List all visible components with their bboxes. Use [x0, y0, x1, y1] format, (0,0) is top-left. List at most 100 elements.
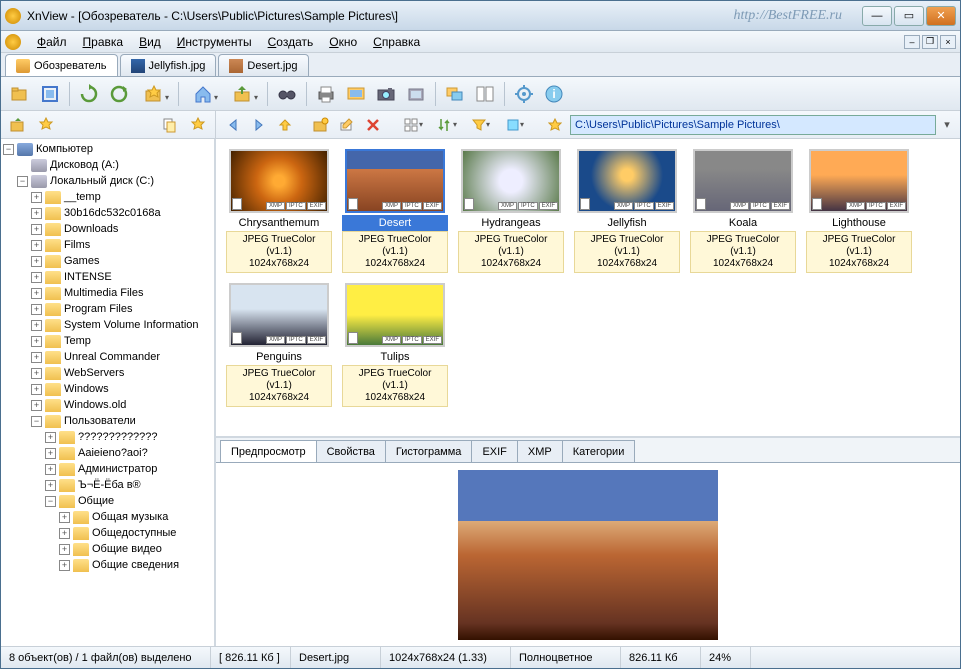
tag-icon[interactable]: ▾: [500, 114, 530, 136]
tree-toggle-icon[interactable]: +: [59, 544, 70, 555]
up-icon[interactable]: [274, 114, 296, 136]
tree-toggle-icon[interactable]: +: [59, 512, 70, 523]
refresh-icon[interactable]: [76, 81, 102, 107]
mdi-minimize-button[interactable]: –: [904, 35, 920, 49]
tree-folder-pub-2[interactable]: +Общие видео: [3, 541, 212, 557]
filter-icon[interactable]: ▾: [466, 114, 496, 136]
sort-icon[interactable]: ▾: [432, 114, 462, 136]
maximize-button[interactable]: ▭: [894, 6, 924, 26]
menu-правка[interactable]: Правка: [75, 33, 132, 51]
tree-toggle-icon[interactable]: −: [31, 416, 42, 427]
tree-toggle-icon[interactable]: +: [59, 528, 70, 539]
tree-folder-multimedia-files[interactable]: +Multimedia Files: [3, 285, 212, 301]
view-mode-icon[interactable]: ▾: [398, 114, 428, 136]
compare-icon[interactable]: [472, 81, 498, 107]
menu-вид[interactable]: Вид: [131, 33, 169, 51]
tree-folder-films[interactable]: +Films: [3, 237, 212, 253]
tree-toggle-icon[interactable]: −: [45, 496, 56, 507]
tree-folder-intense[interactable]: +INTENSE: [3, 269, 212, 285]
tree-folder-1[interactable]: +Aaieieno?aoi?: [3, 445, 212, 461]
print-icon[interactable]: [313, 81, 339, 107]
tree-toggle-icon[interactable]: +: [31, 240, 42, 251]
tree-folder-0[interactable]: +?????????????: [3, 429, 212, 445]
tree-folder-4[interactable]: −Общие: [3, 493, 212, 509]
open-icon[interactable]: [7, 81, 33, 107]
tree-folder--[interactable]: −Пользователи: [3, 413, 212, 429]
tree-toggle-icon[interactable]: +: [31, 288, 42, 299]
tab-desert-jpg[interactable]: Desert.jpg: [218, 54, 308, 76]
preview-tab-гистограмма[interactable]: Гистограмма: [385, 440, 473, 462]
tree-folder-windows-old[interactable]: +Windows.old: [3, 397, 212, 413]
tree-drive-a[interactable]: Дисковод (A:): [3, 157, 212, 173]
tree-toggle-icon[interactable]: −: [3, 144, 14, 155]
tree-folder-temp[interactable]: +Temp: [3, 333, 212, 349]
tree-folder-__temp[interactable]: +__temp: [3, 189, 212, 205]
address-dropdown-icon[interactable]: ▾: [940, 118, 954, 131]
tree-folder-3[interactable]: +Ъ¬Ё-Ёба в®: [3, 477, 212, 493]
up-folder-icon[interactable]: ▾: [225, 81, 261, 107]
tree-favorite-icon[interactable]: [35, 114, 57, 136]
scanner-icon[interactable]: [403, 81, 429, 107]
tree-folder-pub-3[interactable]: +Общие сведения: [3, 557, 212, 573]
tree-collapse-icon[interactable]: [7, 114, 29, 136]
tree-folder-2[interactable]: +Администратор: [3, 461, 212, 477]
tree-folder-webservers[interactable]: +WebServers: [3, 365, 212, 381]
thumb-hydrangeas[interactable]: XMPIPTCEXIFHydrangeasJPEG TrueColor (v1.…: [458, 149, 564, 273]
tree-toggle-icon[interactable]: +: [31, 384, 42, 395]
tree-toggle-icon[interactable]: +: [31, 336, 42, 347]
settings-icon[interactable]: [511, 81, 537, 107]
tree-toggle-icon[interactable]: +: [45, 480, 56, 491]
slideshow-icon[interactable]: [343, 81, 369, 107]
thumb-desert[interactable]: XMPIPTCEXIFDesertJPEG TrueColor (v1.1)10…: [342, 149, 448, 273]
tree-copy-icon[interactable]: [159, 114, 181, 136]
thumb-penguins[interactable]: XMPIPTCEXIFPenguinsJPEG TrueColor (v1.1)…: [226, 283, 332, 407]
mdi-close-button[interactable]: ×: [940, 35, 956, 49]
tree-toggle-icon[interactable]: +: [45, 464, 56, 475]
tree-toggle-icon[interactable]: +: [31, 320, 42, 331]
minimize-button[interactable]: —: [862, 6, 892, 26]
thumb-tulips[interactable]: XMPIPTCEXIFTulipsJPEG TrueColor (v1.1)10…: [342, 283, 448, 407]
preview-tab-категории[interactable]: Категории: [562, 440, 636, 462]
tree-toggle-icon[interactable]: +: [31, 192, 42, 203]
folder-tree[interactable]: −КомпьютерДисковод (A:)−Локальный диск (…: [1, 139, 216, 646]
bookmark-icon[interactable]: [544, 114, 566, 136]
forward-icon[interactable]: [248, 114, 270, 136]
close-button[interactable]: ✕: [926, 6, 956, 26]
tree-toggle-icon[interactable]: +: [31, 352, 42, 363]
back-icon[interactable]: [222, 114, 244, 136]
tree-folder-program-files[interactable]: +Program Files: [3, 301, 212, 317]
tree-folder-30b16dc532c0168a[interactable]: +30b16dc532c0168a: [3, 205, 212, 221]
menu-файл[interactable]: Файл: [29, 33, 75, 51]
tree-toggle-icon[interactable]: +: [31, 400, 42, 411]
tree-toggle-icon[interactable]: +: [31, 256, 42, 267]
preview-tab-свойства[interactable]: Свойства: [316, 440, 386, 462]
capture-icon[interactable]: [373, 81, 399, 107]
thumb-lighthouse[interactable]: XMPIPTCEXIFLighthouseJPEG TrueColor (v1.…: [806, 149, 912, 273]
tree-toggle-icon[interactable]: +: [31, 272, 42, 283]
menu-окно[interactable]: Окно: [321, 33, 365, 51]
tree-toggle-icon[interactable]: +: [45, 432, 56, 443]
thumb-koala[interactable]: XMPIPTCEXIFKoalaJPEG TrueColor (v1.1)102…: [690, 149, 796, 273]
tree-toggle-icon[interactable]: +: [31, 368, 42, 379]
tree-folder-games[interactable]: +Games: [3, 253, 212, 269]
thumb-chrysanthemum[interactable]: XMPIPTCEXIFChrysanthemumJPEG TrueColor (…: [226, 149, 332, 273]
batch-convert-icon[interactable]: [442, 81, 468, 107]
thumb-jellyfish[interactable]: XMPIPTCEXIFJellyfishJPEG TrueColor (v1.1…: [574, 149, 680, 273]
menu-инструменты[interactable]: Инструменты: [169, 33, 260, 51]
tree-toggle-icon[interactable]: +: [31, 208, 42, 219]
preview-tab-xmp[interactable]: XMP: [517, 440, 563, 462]
tree-computer[interactable]: −Компьютер: [3, 141, 212, 157]
tree-folder-unreal-commander[interactable]: +Unreal Commander: [3, 349, 212, 365]
delete-icon[interactable]: [362, 114, 384, 136]
fullscreen-icon[interactable]: [37, 81, 63, 107]
tree-toggle-icon[interactable]: −: [17, 176, 28, 187]
favorites-folder-icon[interactable]: ▾: [136, 81, 172, 107]
tree-toggle-icon[interactable]: +: [45, 448, 56, 459]
tree-toggle-icon[interactable]: +: [31, 304, 42, 315]
tree-folder-pub-1[interactable]: +Общедоступные: [3, 525, 212, 541]
tree-folder-windows[interactable]: +Windows: [3, 381, 212, 397]
menu-создать[interactable]: Создать: [260, 33, 322, 51]
preview-tab-предпросмотр[interactable]: Предпросмотр: [220, 440, 317, 462]
tree-toggle-icon[interactable]: +: [31, 224, 42, 235]
home-icon[interactable]: ▾: [185, 81, 221, 107]
